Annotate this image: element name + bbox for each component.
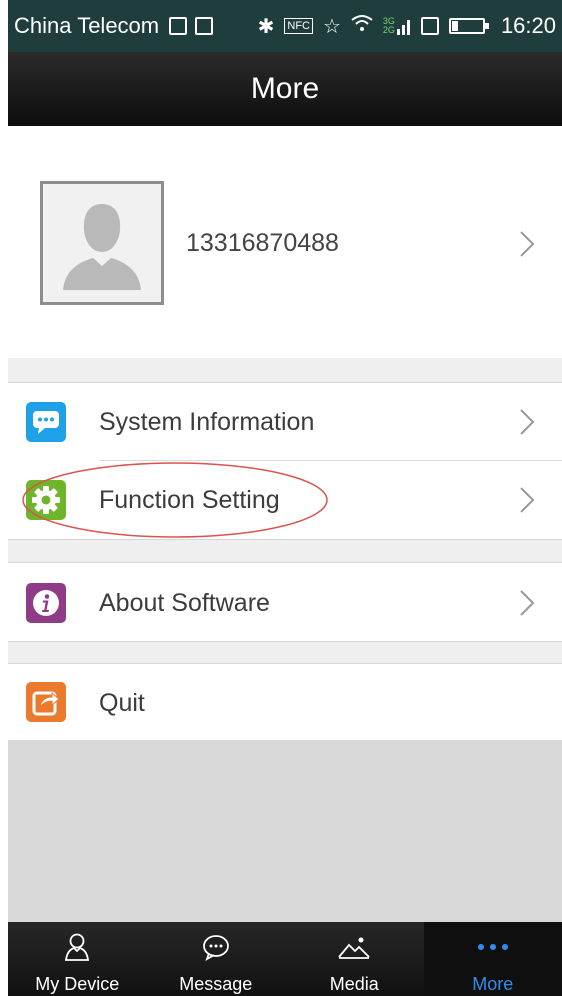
menu-item-function-setting[interactable]: Function Setting	[8, 461, 562, 539]
status-time: 16:20	[500, 13, 556, 38]
tab-label: Message	[179, 974, 253, 994]
tab-media[interactable]: Media	[285, 922, 424, 996]
gear-icon	[26, 480, 66, 520]
nfc-icon: NFC	[284, 18, 313, 34]
menu-item-quit[interactable]: Quit	[8, 664, 562, 740]
status-right-icons: ✱ NFC ☆ 3G 2G 16:20	[258, 13, 556, 39]
page-title: More	[250, 72, 320, 105]
avatar	[40, 181, 164, 305]
chevron-right-icon	[520, 590, 535, 616]
section-separator	[8, 641, 562, 664]
phone-screen: China Telecom ✱ NFC ☆ 3G 2G 16:20 More 1…	[8, 0, 562, 996]
battery-icon	[448, 18, 489, 34]
status-bar: China Telecom ✱ NFC ☆ 3G 2G 16:20	[8, 0, 562, 52]
menu-item-system-information[interactable]: System Information	[8, 383, 562, 461]
menu-item-label: Function Setting	[99, 486, 280, 514]
menu-item-label: System Information	[99, 408, 315, 436]
tab-label: More	[472, 974, 514, 994]
chat-bubble-icon	[26, 402, 66, 442]
avatar-placeholder-icon	[43, 184, 161, 302]
message-icon	[201, 930, 231, 964]
profile-row[interactable]: 13316870488	[8, 126, 562, 358]
chevron-right-icon	[520, 487, 535, 513]
top-header: More	[8, 52, 562, 126]
landscape-icon	[337, 930, 371, 964]
vibrate-icon: ☆	[322, 15, 341, 38]
exit-share-icon	[26, 682, 66, 722]
empty-area	[8, 740, 562, 922]
menu-item-label: About Software	[99, 589, 270, 617]
info-icon	[26, 583, 66, 623]
menu-item-about-software[interactable]: About Software	[8, 563, 562, 641]
bluetooth-icon: ✱	[257, 15, 275, 38]
section-separator	[8, 358, 562, 383]
menu-item-label: Quit	[99, 689, 145, 717]
status-left-icons	[169, 17, 214, 35]
tab-label: My Device	[35, 974, 120, 994]
network-2g-label: 2G	[382, 25, 395, 35]
signal-icon: 3G 2G	[383, 17, 411, 35]
profile-phone-number: 13316870488	[186, 229, 339, 257]
image-notification-icon	[195, 17, 214, 35]
person-icon	[64, 930, 90, 964]
tab-message[interactable]: Message	[147, 922, 286, 996]
chevron-right-icon	[520, 231, 535, 257]
gallery-notification-icon	[169, 17, 188, 35]
chevron-right-icon	[520, 409, 535, 435]
tab-label: Media	[329, 974, 379, 994]
sim-icon	[420, 17, 439, 35]
tab-my-device[interactable]: My Device	[8, 922, 147, 996]
bottom-tab-bar: My Device Message Media More	[8, 922, 562, 996]
carrier-name: China Telecom	[14, 13, 160, 38]
tab-more[interactable]: More	[423, 922, 562, 996]
more-dots-icon	[476, 930, 510, 964]
wifi-icon	[351, 14, 373, 38]
section-separator	[8, 539, 562, 563]
